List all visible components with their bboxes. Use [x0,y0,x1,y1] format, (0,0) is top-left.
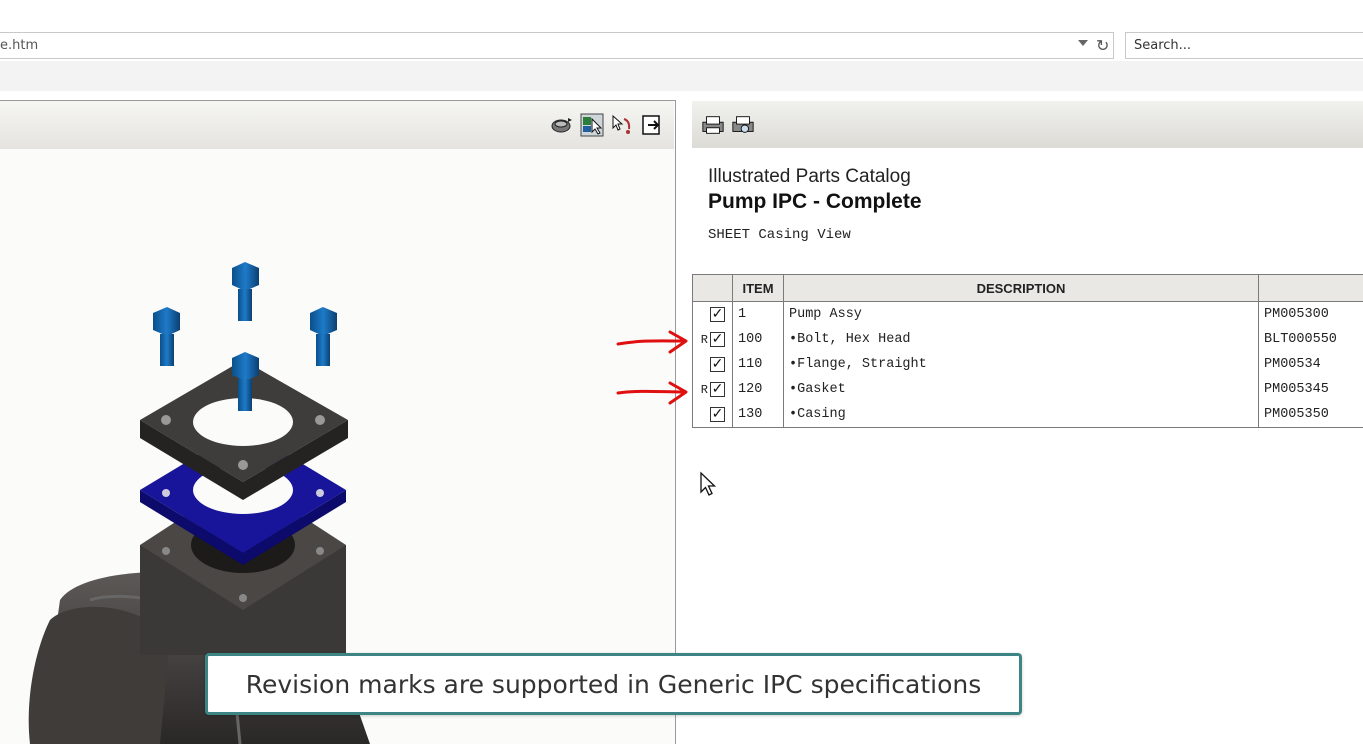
column-header-description[interactable]: DESCRIPTION [783,274,1259,302]
exit-view-icon[interactable] [640,113,664,137]
revision-arrow-icon [616,330,688,354]
table-header: ITEM DESCRIPTION [692,274,1363,302]
address-bar[interactable] [0,32,1114,59]
row-checkbox[interactable]: ✓ [710,382,725,397]
rotate-view-icon[interactable] [550,113,574,137]
part-number-cell: PM005345 [1258,377,1363,402]
address-dropdown-icon[interactable] [1078,40,1088,46]
description-cell: Pump Assy [783,301,1259,327]
part-number-cell: PM00534 [1258,352,1363,377]
column-header-item[interactable]: ITEM [732,274,784,302]
pick-tool-icon[interactable] [610,113,634,137]
browser-toolbar-strip [0,61,1363,91]
revision-arrow-icon [616,381,688,405]
description-cell: •Bolt, Hex Head [783,327,1259,352]
address-text: e.htm [0,38,39,53]
table-row[interactable]: ✓ 110 •Flange, Straight PM00534 [692,352,1363,377]
description-cell: •Flange, Straight [783,352,1259,377]
description-cell: •Casing [783,402,1259,428]
part-number-cell: BLT000550 [1258,327,1363,352]
catalog-toolbar [692,101,1363,148]
row-checkbox[interactable]: ✓ [710,332,725,347]
refresh-icon[interactable]: ↻ [1096,36,1109,55]
item-cell: 1 [732,301,784,327]
caption-banner: Revision marks are supported in Generic … [205,653,1022,715]
table-row[interactable]: ✓ 130 •Casing PM005350 [692,402,1363,428]
column-header-flag [692,274,733,302]
catalog-subtitle: Illustrated Parts Catalog [708,166,911,187]
description-cell: •Gasket [783,377,1259,402]
item-cell: 110 [732,352,784,377]
row-checkbox[interactable]: ✓ [710,357,725,372]
select-part-icon[interactable] [580,113,604,137]
table-row[interactable]: R ✓ 120 •Gasket PM005345 [692,377,1363,402]
item-cell: 130 [732,402,784,428]
revision-mark: R [700,332,708,347]
item-cell: 120 [732,377,784,402]
row-checkbox[interactable]: ✓ [710,307,725,322]
revision-mark: R [700,382,708,397]
print-icon[interactable] [701,113,725,137]
sheet-label: SHEET Casing View [708,227,851,243]
column-header-part[interactable] [1258,274,1363,302]
catalog-title: Pump IPC - Complete [708,190,922,213]
table-row[interactable]: ✓ 1 Pump Assy PM005300 [692,301,1363,327]
bolt-part[interactable] [153,262,337,411]
search-placeholder: Search... [1134,38,1192,53]
row-checkbox[interactable]: ✓ [710,407,725,422]
print-preview-icon[interactable] [731,113,755,137]
table-row[interactable]: R ✓ 100 •Bolt, Hex Head BLT000550 [692,327,1363,352]
part-number-cell: PM005350 [1258,402,1363,428]
parts-table: ITEM DESCRIPTION ✓ 1 Pump Assy PM005300 … [692,274,1363,428]
item-cell: 100 [732,327,784,352]
part-number-cell: PM005300 [1258,301,1363,327]
mouse-cursor-icon [700,471,717,496]
